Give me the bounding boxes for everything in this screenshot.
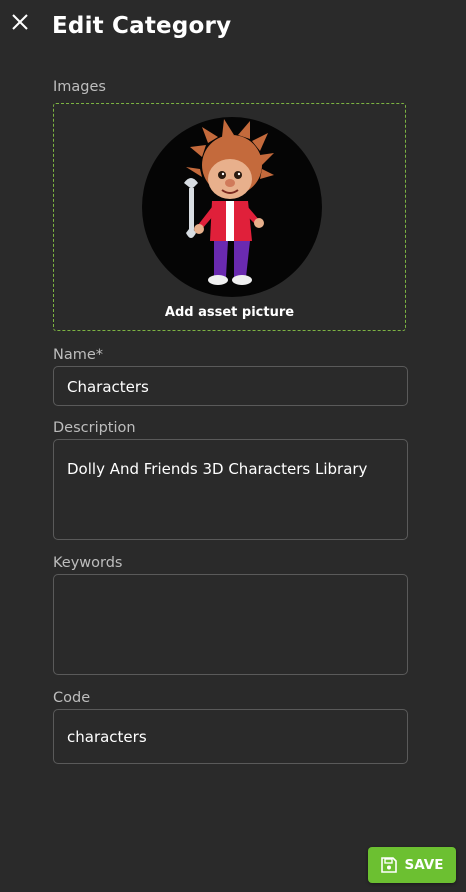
name-label: Name* [53,347,104,363]
floppy-disk-icon [380,857,397,873]
character-illustration [184,119,274,285]
close-button[interactable] [10,12,30,32]
code-field[interactable]: characters [53,709,408,764]
keywords-label: Keywords [53,555,123,571]
code-label: Code [53,690,91,706]
save-label: SAVE [404,857,444,873]
asset-picture [142,117,322,297]
keywords-field[interactable] [53,574,408,675]
save-button[interactable]: SAVE [368,847,456,883]
image-dropzone[interactable]: Add asset picture [53,103,406,331]
close-icon [12,14,28,30]
required-marker: * [95,347,104,363]
add-picture-label: Add asset picture [164,305,295,320]
description-label: Description [53,420,136,436]
images-label: Images [53,79,106,95]
name-field[interactable]: Characters [53,366,408,406]
page-title: Edit Category [52,13,232,39]
description-field[interactable]: Dolly And Friends 3D Characters Library [53,439,408,540]
